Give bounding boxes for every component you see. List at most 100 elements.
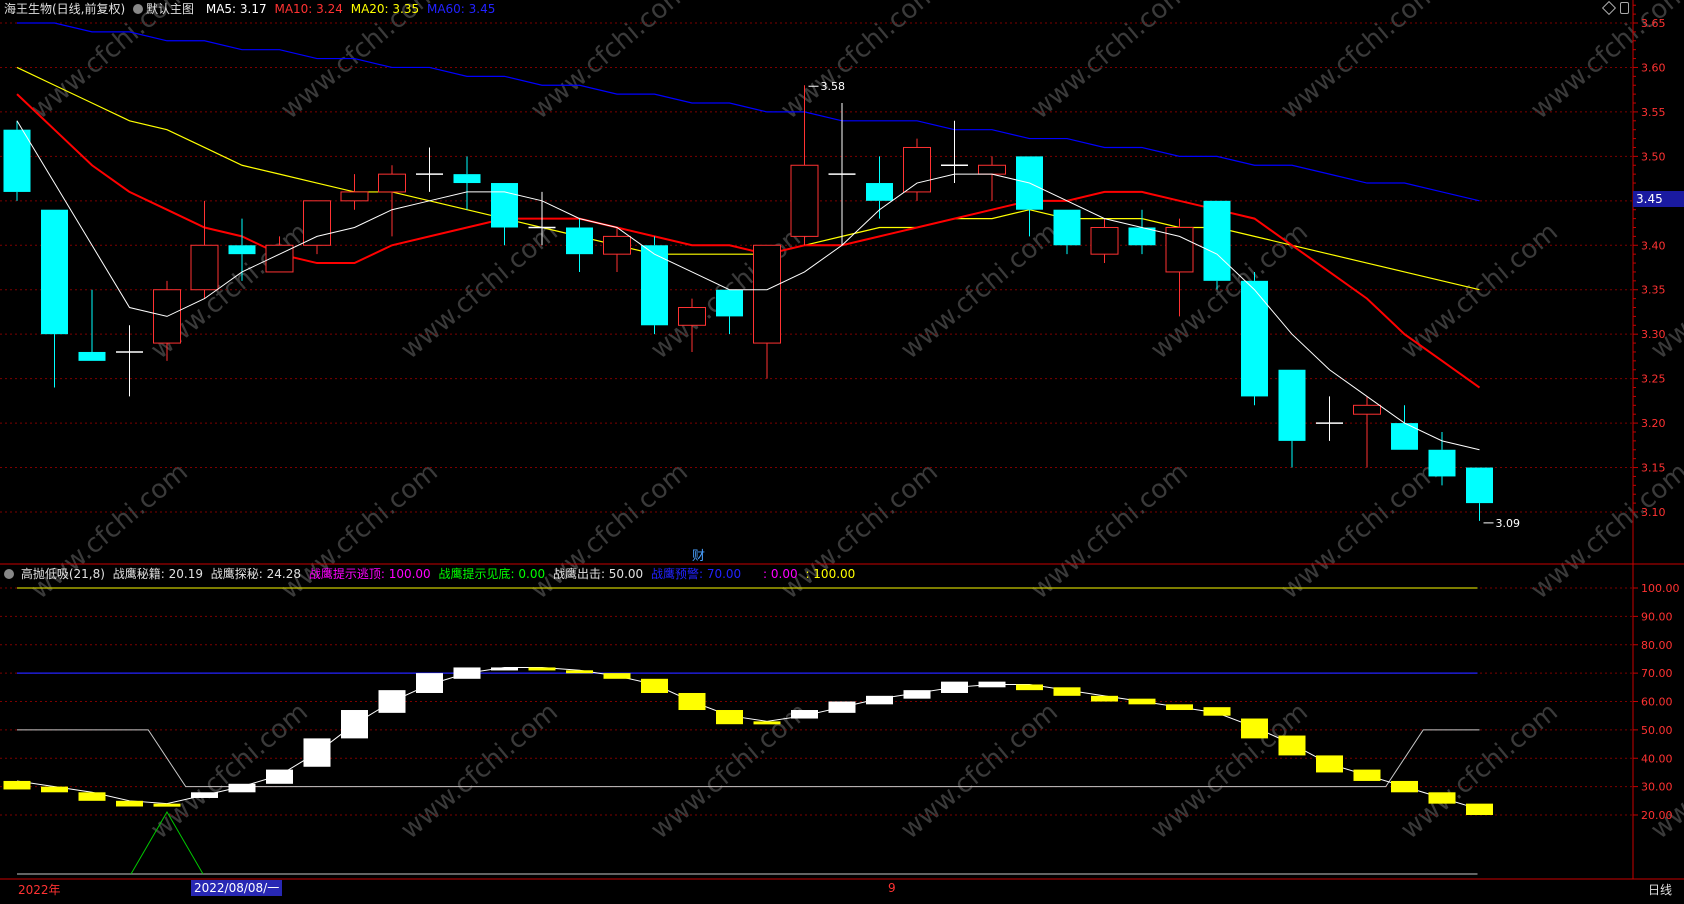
indicator-bar [678,692,706,711]
candle-body [1353,404,1381,415]
indicator-bar [416,673,443,693]
indicator-bar [1203,707,1231,716]
price-tag: 3.45 [1633,191,1684,207]
circle-menu-icon[interactable] [4,569,14,579]
indicator-bar [1091,695,1118,702]
candle-body [1428,449,1456,477]
y-tick-label: 60.00 [1641,696,1673,709]
indicator-bar [528,667,556,671]
date-cursor-label[interactable]: 2022/08/08/一 [191,880,283,896]
indicator-bar [566,670,593,674]
watermark-text: www.cfchi.com [525,457,694,605]
extra2-label: : 100.00 [805,567,856,581]
y-tick-label: 100.00 [1641,582,1680,595]
indicator-bar [453,667,481,679]
indicator-bar [1428,792,1456,804]
indicator-bar [1316,755,1343,773]
watermark-text: www.cfchi.com [275,457,444,605]
indicator-bar [1466,803,1493,815]
indicator-bar [791,710,818,719]
y-tick-label: 3.25 [1641,373,1666,386]
mijie-label: 战鹰秘籍: 20.19 [112,567,203,581]
chart-svg[interactable]: www.cfchi.com www.cfchi.com www.cfchi.com w… [0,0,1684,900]
indicator-bar [716,710,743,725]
time-axis-bar: 2022年 2022/08/08/一 9 日线 [0,880,1684,900]
candle-body [716,289,743,317]
indicator-bar [153,803,181,807]
candle-body [340,191,369,202]
y-tick-label: 80.00 [1641,639,1673,652]
watermark-text: www.cfchi.com [25,0,194,125]
watermark-text: www.cfchi.com [1275,457,1444,605]
indicator-bar [1053,687,1081,696]
month-mark: 9 [888,881,896,895]
watermark-text: www.cfchi.com [395,697,564,845]
watermark-text: www.cfchi.com [275,0,444,125]
indicator-bar [1391,780,1418,793]
chuji-label: 战鹰出击: 50.00 [552,567,644,581]
y-tick-label: 20.00 [1641,809,1673,822]
watermark-text: www.cfchi.com [895,217,1064,365]
indicator-bar [603,673,631,679]
finance-marker[interactable]: 财 [692,550,705,564]
stock-title[interactable]: 海王生物(日线,前复权) [4,2,125,16]
candle-body [903,146,931,193]
y-tick-label: 3.65 [1641,17,1666,30]
candle-body [1466,467,1493,504]
ma20-label: MA20: 3.35 [350,2,420,16]
candle-body [678,307,706,326]
indicator-bar [78,792,106,801]
indicator-bar [866,695,893,705]
indicator-bar [491,667,518,671]
tishi-bottom-label: 战鹰提示见底: 0.00 [438,567,546,581]
indicator-bar [941,681,968,693]
candle-body [3,129,31,192]
watermark-text: www.cfchi.com [1275,0,1444,125]
watermark-text: www.cfchi.com [25,457,194,605]
high-price-label: 3.58 [821,80,846,93]
template-menu[interactable]: 默认主图 [133,2,198,16]
candle-body [1090,226,1119,255]
candle-body [1278,369,1306,441]
indicator-bar [266,769,293,784]
candle-body [78,351,106,361]
watermark-text: www.cfchi.com [1395,697,1564,845]
indicator-bar [641,678,668,693]
watermark-text: www.cfchi.com [895,697,1064,845]
y-tick-label: 3.40 [1641,239,1666,252]
indicator-bar [378,690,406,713]
watermark-text: www.cfchi.com [525,0,694,125]
watermark-text: www.cfchi.com [1395,217,1564,365]
y-tick-label: 3.60 [1641,61,1666,74]
ma5-label: MA5: 3.17 [205,2,267,16]
candle-body [41,209,68,335]
indicator-bar [341,710,368,739]
indicator-bar [1241,718,1268,739]
watermark-text: www.cfchi.com [1025,457,1194,605]
candle-body [641,245,668,326]
lock-icon[interactable] [1620,2,1629,14]
y-tick-label: 40.00 [1641,752,1673,765]
y-tick-label: 3.35 [1641,284,1666,297]
indicator-bar [903,690,931,699]
y-tick-label: 30.00 [1641,781,1673,794]
candle-body [1241,280,1268,397]
indicator-title[interactable]: 高抛低吸(21,8) [21,567,105,581]
period-label[interactable]: 日线 [1648,881,1672,898]
sub-header: 高抛低吸(21,8) 战鹰秘籍: 20.19 战鹰探秘: 24.28 战鹰提示逃… [4,565,859,583]
y-tick-label: 90.00 [1641,610,1673,623]
watermark-text: www.cfchi.com [775,0,944,125]
tishi-top-label: 战鹰提示逃顶: 100.00 [308,567,431,581]
candle-body [790,164,819,237]
ma60-label: MA60: 3.45 [426,2,496,16]
candle-body [303,200,331,246]
year-label: 2022年 [18,883,61,897]
candle-body [978,164,1006,175]
y-tick-label: 3.20 [1641,417,1666,430]
candle-body [491,183,518,228]
indicator-bar [978,681,1006,688]
watermark-text: www.cfchi.com [775,457,944,605]
candle-body [1203,200,1231,281]
indicator-bar [3,780,31,790]
indicator-bar [828,701,856,713]
